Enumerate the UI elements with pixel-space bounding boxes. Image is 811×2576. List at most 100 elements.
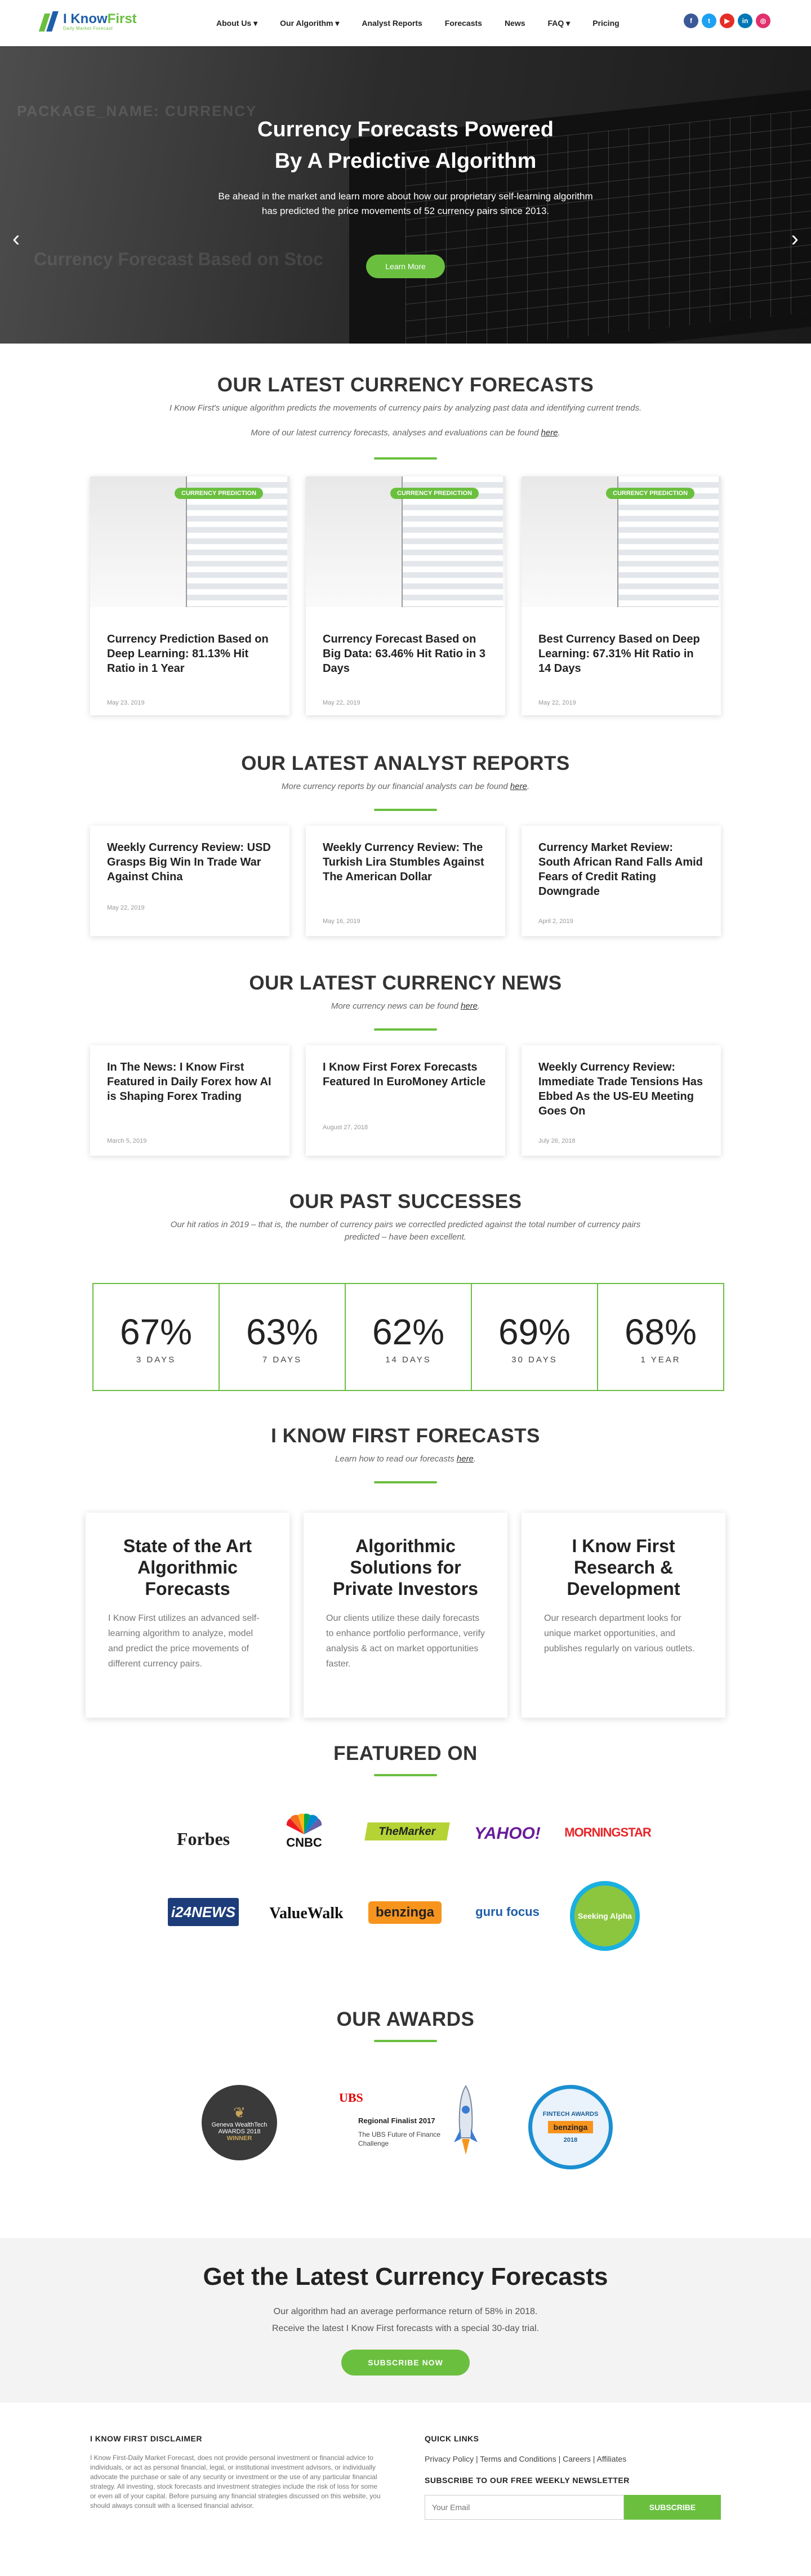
news-card-title[interactable]: In The News: I Know First Featured in Da… (107, 1060, 276, 1104)
laurel-icon: ❦ (233, 2103, 246, 2121)
nav-analyst-reports[interactable]: Analyst Reports (350, 19, 433, 28)
award-line-1: FINTECH AWARDS (542, 2111, 599, 2118)
slider-prev-icon[interactable]: ‹ (12, 226, 20, 252)
successes-subtitle: Our hit ratios in 2019 – that is, the nu… (170, 1220, 641, 1242)
stat-box: 68% 1 YEAR (597, 1283, 724, 1391)
stat-label: 14 DAYS (385, 1355, 431, 1365)
ikf-learn-end: . (473, 1454, 476, 1464)
news-card[interactable]: Weekly Currency Review: Immediate Trade … (522, 1045, 721, 1156)
forecast-card[interactable]: CURRENCY PREDICTION Currency Prediction … (90, 476, 289, 715)
nav-pricing[interactable]: Pricing (581, 19, 630, 28)
forecast-card-title[interactable]: Best Currency Based on Deep Learning: 67… (538, 632, 707, 676)
news-card[interactable]: In The News: I Know First Featured in Da… (90, 1045, 289, 1156)
report-card-title[interactable]: Weekly Currency Review: The Turkish Lira… (323, 840, 492, 884)
award-line-2: Regional Finalist 2017 (358, 2116, 435, 2125)
report-card[interactable]: Weekly Currency Review: The Turkish Lira… (306, 826, 505, 936)
instagram-icon[interactable]: ◎ (756, 14, 770, 28)
disclaimer-title: I KNOW FIRST DISCLAIMER (90, 2434, 202, 2443)
social-links: f t ▶ in ◎ (684, 14, 770, 28)
nav-about-us[interactable]: About Us ▾ (205, 19, 269, 28)
nav-news[interactable]: News (493, 19, 537, 28)
youtube-icon[interactable]: ▶ (720, 14, 734, 28)
nav-faq[interactable]: FAQ ▾ (537, 19, 582, 28)
stat-label: 30 DAYS (511, 1355, 558, 1365)
stat-value: 68% (624, 1312, 697, 1352)
main-menu: About Us ▾ Our Algorithm ▾ Analyst Repor… (205, 19, 631, 28)
quick-links[interactable]: Privacy Policy | Terms and Conditions | … (425, 2454, 626, 2463)
nav-forecasts[interactable]: Forecasts (434, 19, 493, 28)
feature-card: I Know First Research & Development Our r… (522, 1513, 725, 1718)
quick-links-title: QUICK LINKS (425, 2434, 479, 2443)
forecast-card-date: May 22, 2019 (323, 699, 360, 706)
report-card[interactable]: Weekly Currency Review: USD Grasps Big W… (90, 826, 289, 936)
stat-box: 63% 7 DAYS (219, 1283, 346, 1391)
themarker-logo[interactable]: TheMarker (364, 1822, 450, 1840)
ikf-here-link[interactable]: here (457, 1454, 474, 1464)
news-card-title[interactable]: I Know First Forex Forecasts Featured In… (323, 1060, 492, 1089)
subscribe-now-button[interactable]: SUBSCRIBE NOW (341, 2350, 470, 2376)
seeking-alpha-logo[interactable]: Seeking Alpha (570, 1881, 640, 1951)
forecast-card[interactable]: CURRENCY PREDICTION Best Currency Based … (522, 476, 721, 715)
twitter-icon[interactable]: t (702, 14, 716, 28)
news-here-link[interactable]: here (461, 1001, 478, 1011)
feature-card-title: I Know First Research & Development (567, 1536, 680, 1599)
gurufocus-logo[interactable]: guru focus (471, 1893, 544, 1931)
feature-card: Algorithmic Solutions for Private Invest… (304, 1513, 507, 1718)
forecast-card-title[interactable]: Currency Prediction Based on Deep Learni… (107, 632, 276, 676)
benzinga-logo[interactable]: benzinga (368, 1901, 442, 1924)
section-divider (374, 2040, 437, 2042)
stat-value: 62% (372, 1312, 445, 1352)
section-divider (374, 1774, 437, 1776)
forecasts-more-text: More of our latest currency forecasts, a… (251, 428, 541, 438)
i24news-logo[interactable]: i24NEWS (168, 1898, 239, 1926)
slider-next-icon[interactable]: › (791, 226, 799, 252)
learn-more-button[interactable]: Learn More (366, 255, 445, 278)
yahoo-logo[interactable]: YAHOO! (472, 1821, 543, 1846)
cnbc-wordmark: CNBC (286, 1835, 322, 1849)
section-divider (374, 1028, 437, 1031)
section-divider (374, 1481, 437, 1483)
subscribe-cta: Get the Latest Currency Forecasts Our al… (0, 2238, 811, 2403)
award-line-1: Geneva WealthTech (211, 2121, 268, 2128)
hero-background-text-2: Currency Forecast Based on Stoc (34, 249, 323, 269)
stat-value: 69% (498, 1312, 571, 1352)
report-card[interactable]: Currency Market Review: South African Ra… (522, 826, 721, 936)
feature-card-text: Our clients utilize these daily forecast… (326, 1614, 485, 1669)
stat-box: 62% 14 DAYS (345, 1283, 472, 1391)
linkedin-icon[interactable]: in (738, 14, 752, 28)
news-title: OUR LATEST CURRENCY NEWS (249, 972, 562, 994)
nav-our-algorithm[interactable]: Our Algorithm ▾ (269, 19, 350, 28)
news-more-end: . (477, 1001, 480, 1011)
news-subtitle: More currency news can be found here. (163, 1000, 648, 1013)
report-card-title[interactable]: Currency Market Review: South African Ra… (538, 840, 707, 899)
site-logo[interactable]: I KnowFirst Daily Market Forecast (38, 10, 137, 33)
forecast-card-image: CURRENCY PREDICTION (90, 476, 289, 607)
newsletter-subscribe-button[interactable]: SUBSCRIBE (624, 2495, 721, 2520)
stat-label: 1 YEAR (640, 1355, 681, 1365)
news-card[interactable]: I Know First Forex Forecasts Featured In… (306, 1045, 505, 1156)
facebook-icon[interactable]: f (684, 14, 698, 28)
hero-slider: PACKAGE_NAME: CURRENCY Currency Forecast… (0, 46, 811, 344)
valuewalk-logo[interactable]: ValueWalk (267, 1901, 346, 1926)
feature-card-title: State of the Art Algorithmic Forecasts (123, 1536, 252, 1599)
award-line-2: AWARDS 2018 (218, 2128, 261, 2135)
cnbc-logo[interactable]: CNBC (270, 1808, 338, 1855)
report-card-title[interactable]: Weekly Currency Review: USD Grasps Big W… (107, 840, 276, 884)
forecast-card[interactable]: CURRENCY PREDICTION Currency Forecast Ba… (306, 476, 505, 715)
news-card-title[interactable]: Weekly Currency Review: Immediate Trade … (538, 1060, 707, 1118)
forbes-logo[interactable]: Forbes (167, 1824, 240, 1854)
cta-title: Get the Latest Currency Forecasts (203, 2263, 608, 2290)
forecast-card-title[interactable]: Currency Forecast Based on Big Data: 63.… (323, 632, 492, 676)
newsletter-email-input[interactable] (425, 2495, 624, 2520)
geneva-wealthtech-award: ❦ Geneva WealthTech AWARDS 2018 WINNER (202, 2085, 277, 2160)
award-line-3: WINNER (226, 2134, 252, 2142)
morningstar-logo[interactable]: MORNINGSTAR (564, 1822, 652, 1843)
report-card-date: May 22, 2019 (107, 904, 145, 911)
cnbc-peacock-icon (286, 1813, 322, 1834)
reports-subtitle: More currency reports by our financial a… (163, 781, 648, 793)
forecast-badge: CURRENCY PREDICTION (175, 488, 264, 499)
forecasts-here-link[interactable]: here (541, 428, 558, 438)
forecast-card-date: May 22, 2019 (538, 699, 576, 706)
reports-here-link[interactable]: here (510, 782, 527, 791)
fintech-awards-badge: FINTECH AWARDS benzinga 2018 (528, 2085, 613, 2169)
